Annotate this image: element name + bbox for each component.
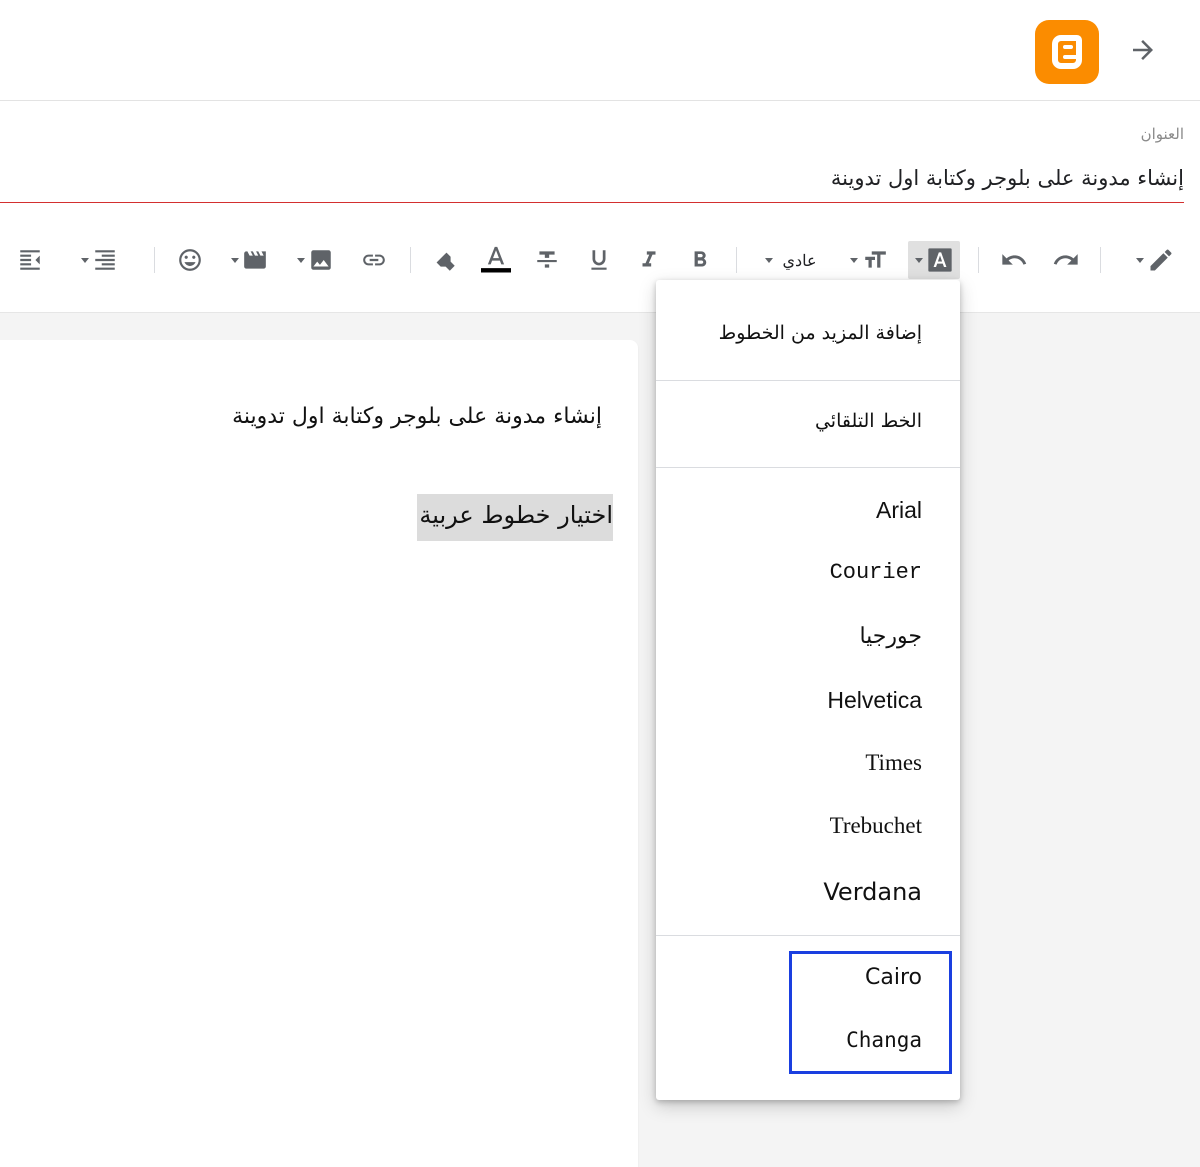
menu-item-font-arial[interactable]: Arial — [876, 497, 922, 524]
strikethrough-button[interactable] — [532, 241, 562, 279]
menu-item-font-verdana[interactable]: Verdana — [823, 878, 922, 906]
chevron-down-icon — [765, 257, 774, 263]
italic-button[interactable] — [634, 241, 664, 279]
italic-icon — [642, 251, 656, 267]
editor-toolbar: عادي — [0, 230, 1200, 292]
video-button[interactable] — [224, 241, 274, 279]
font-size-icon — [864, 251, 886, 268]
pencil-mode-icon — [1150, 249, 1172, 271]
chevron-down-icon — [296, 257, 305, 263]
edit-mode-dropdown[interactable] — [1126, 241, 1184, 279]
title-value[interactable]: إنشاء مدونة على بلوجر وكتابة اول تدوينة — [831, 166, 1184, 190]
menu-item-font-helvetica[interactable]: Helvetica — [827, 687, 922, 714]
logo-b-line — [1063, 55, 1079, 59]
underline-icon — [591, 250, 607, 270]
redo-button[interactable] — [1050, 241, 1082, 279]
align-dropdown[interactable] — [72, 241, 126, 279]
undo-icon — [1002, 254, 1027, 265]
indent-button[interactable] — [14, 241, 46, 279]
emoji-icon — [179, 249, 201, 271]
bold-icon — [694, 251, 707, 267]
image-button[interactable] — [290, 241, 340, 279]
menu-item-add-more-fonts[interactable]: إضافة المزيد من الخطوط — [719, 322, 922, 344]
editor-document[interactable]: إنشاء مدونة على بلوجر وكتابة اول تدوينة … — [0, 340, 638, 1167]
bold-button[interactable] — [686, 241, 714, 279]
indent-icon — [20, 250, 40, 270]
paragraph-style-dropdown[interactable]: عادي — [756, 241, 826, 279]
redo-icon — [1053, 254, 1078, 265]
menu-item-font-trebuchet[interactable]: Trebuchet — [830, 813, 922, 839]
text-color-button[interactable] — [480, 241, 512, 279]
document-heading[interactable]: إنشاء مدونة على بلوجر وكتابة اول تدوينة — [232, 404, 602, 429]
chevron-down-icon — [1135, 257, 1144, 263]
strikethrough-icon — [537, 251, 557, 268]
font-family-menu: إضافة المزيد من الخطوط الخط التلقائي Ari… — [656, 280, 960, 1100]
chevron-down-icon — [849, 257, 858, 263]
back-button[interactable] — [1122, 30, 1164, 70]
chevron-down-icon — [230, 257, 239, 263]
emoji-button[interactable] — [174, 241, 206, 279]
link-icon — [363, 254, 385, 266]
selected-text[interactable]: اختيار خطوط عربية — [419, 501, 613, 529]
toolbar-divider — [1100, 247, 1101, 273]
toolbar-divider — [978, 247, 979, 273]
custom-fonts-highlight-box — [789, 951, 952, 1074]
toolbar-divider — [410, 247, 411, 273]
video-icon — [243, 251, 266, 269]
image-icon — [310, 250, 331, 270]
menu-item-font-times[interactable]: Times — [865, 750, 922, 776]
text-color-icon — [481, 246, 511, 273]
blogger-logo-icon[interactable] — [1035, 20, 1099, 84]
menu-divider — [656, 935, 960, 936]
link-button[interactable] — [358, 241, 390, 279]
font-family-icon — [927, 248, 952, 272]
underline-button[interactable] — [584, 241, 614, 279]
arrow-forward-icon — [1133, 40, 1153, 60]
font-family-dropdown[interactable] — [908, 241, 960, 279]
paragraph-style-label: عادي — [782, 250, 817, 270]
highlight-button[interactable] — [428, 241, 460, 279]
menu-item-default-font[interactable]: الخط التلقائي — [815, 410, 922, 432]
chevron-down-icon — [80, 257, 89, 263]
align-right-icon — [94, 250, 115, 270]
logo-b-line — [1063, 45, 1073, 49]
logo-b-outline — [1052, 35, 1082, 69]
toolbar-divider — [736, 247, 737, 273]
undo-button[interactable] — [998, 241, 1030, 279]
menu-divider — [656, 467, 960, 468]
selected-text-block[interactable]: اختيار خطوط عربية — [417, 494, 613, 541]
highlight-icon — [436, 252, 455, 271]
menu-divider — [656, 380, 960, 381]
chevron-down-icon — [914, 257, 923, 263]
font-size-dropdown[interactable] — [846, 241, 892, 279]
menu-item-font-courier[interactable]: Courier — [830, 560, 922, 585]
menu-item-font-georgia[interactable]: جورجيا — [859, 624, 922, 649]
app-header — [0, 0, 1200, 101]
title-label: العنوان — [1140, 125, 1184, 143]
toolbar-divider — [154, 247, 155, 273]
